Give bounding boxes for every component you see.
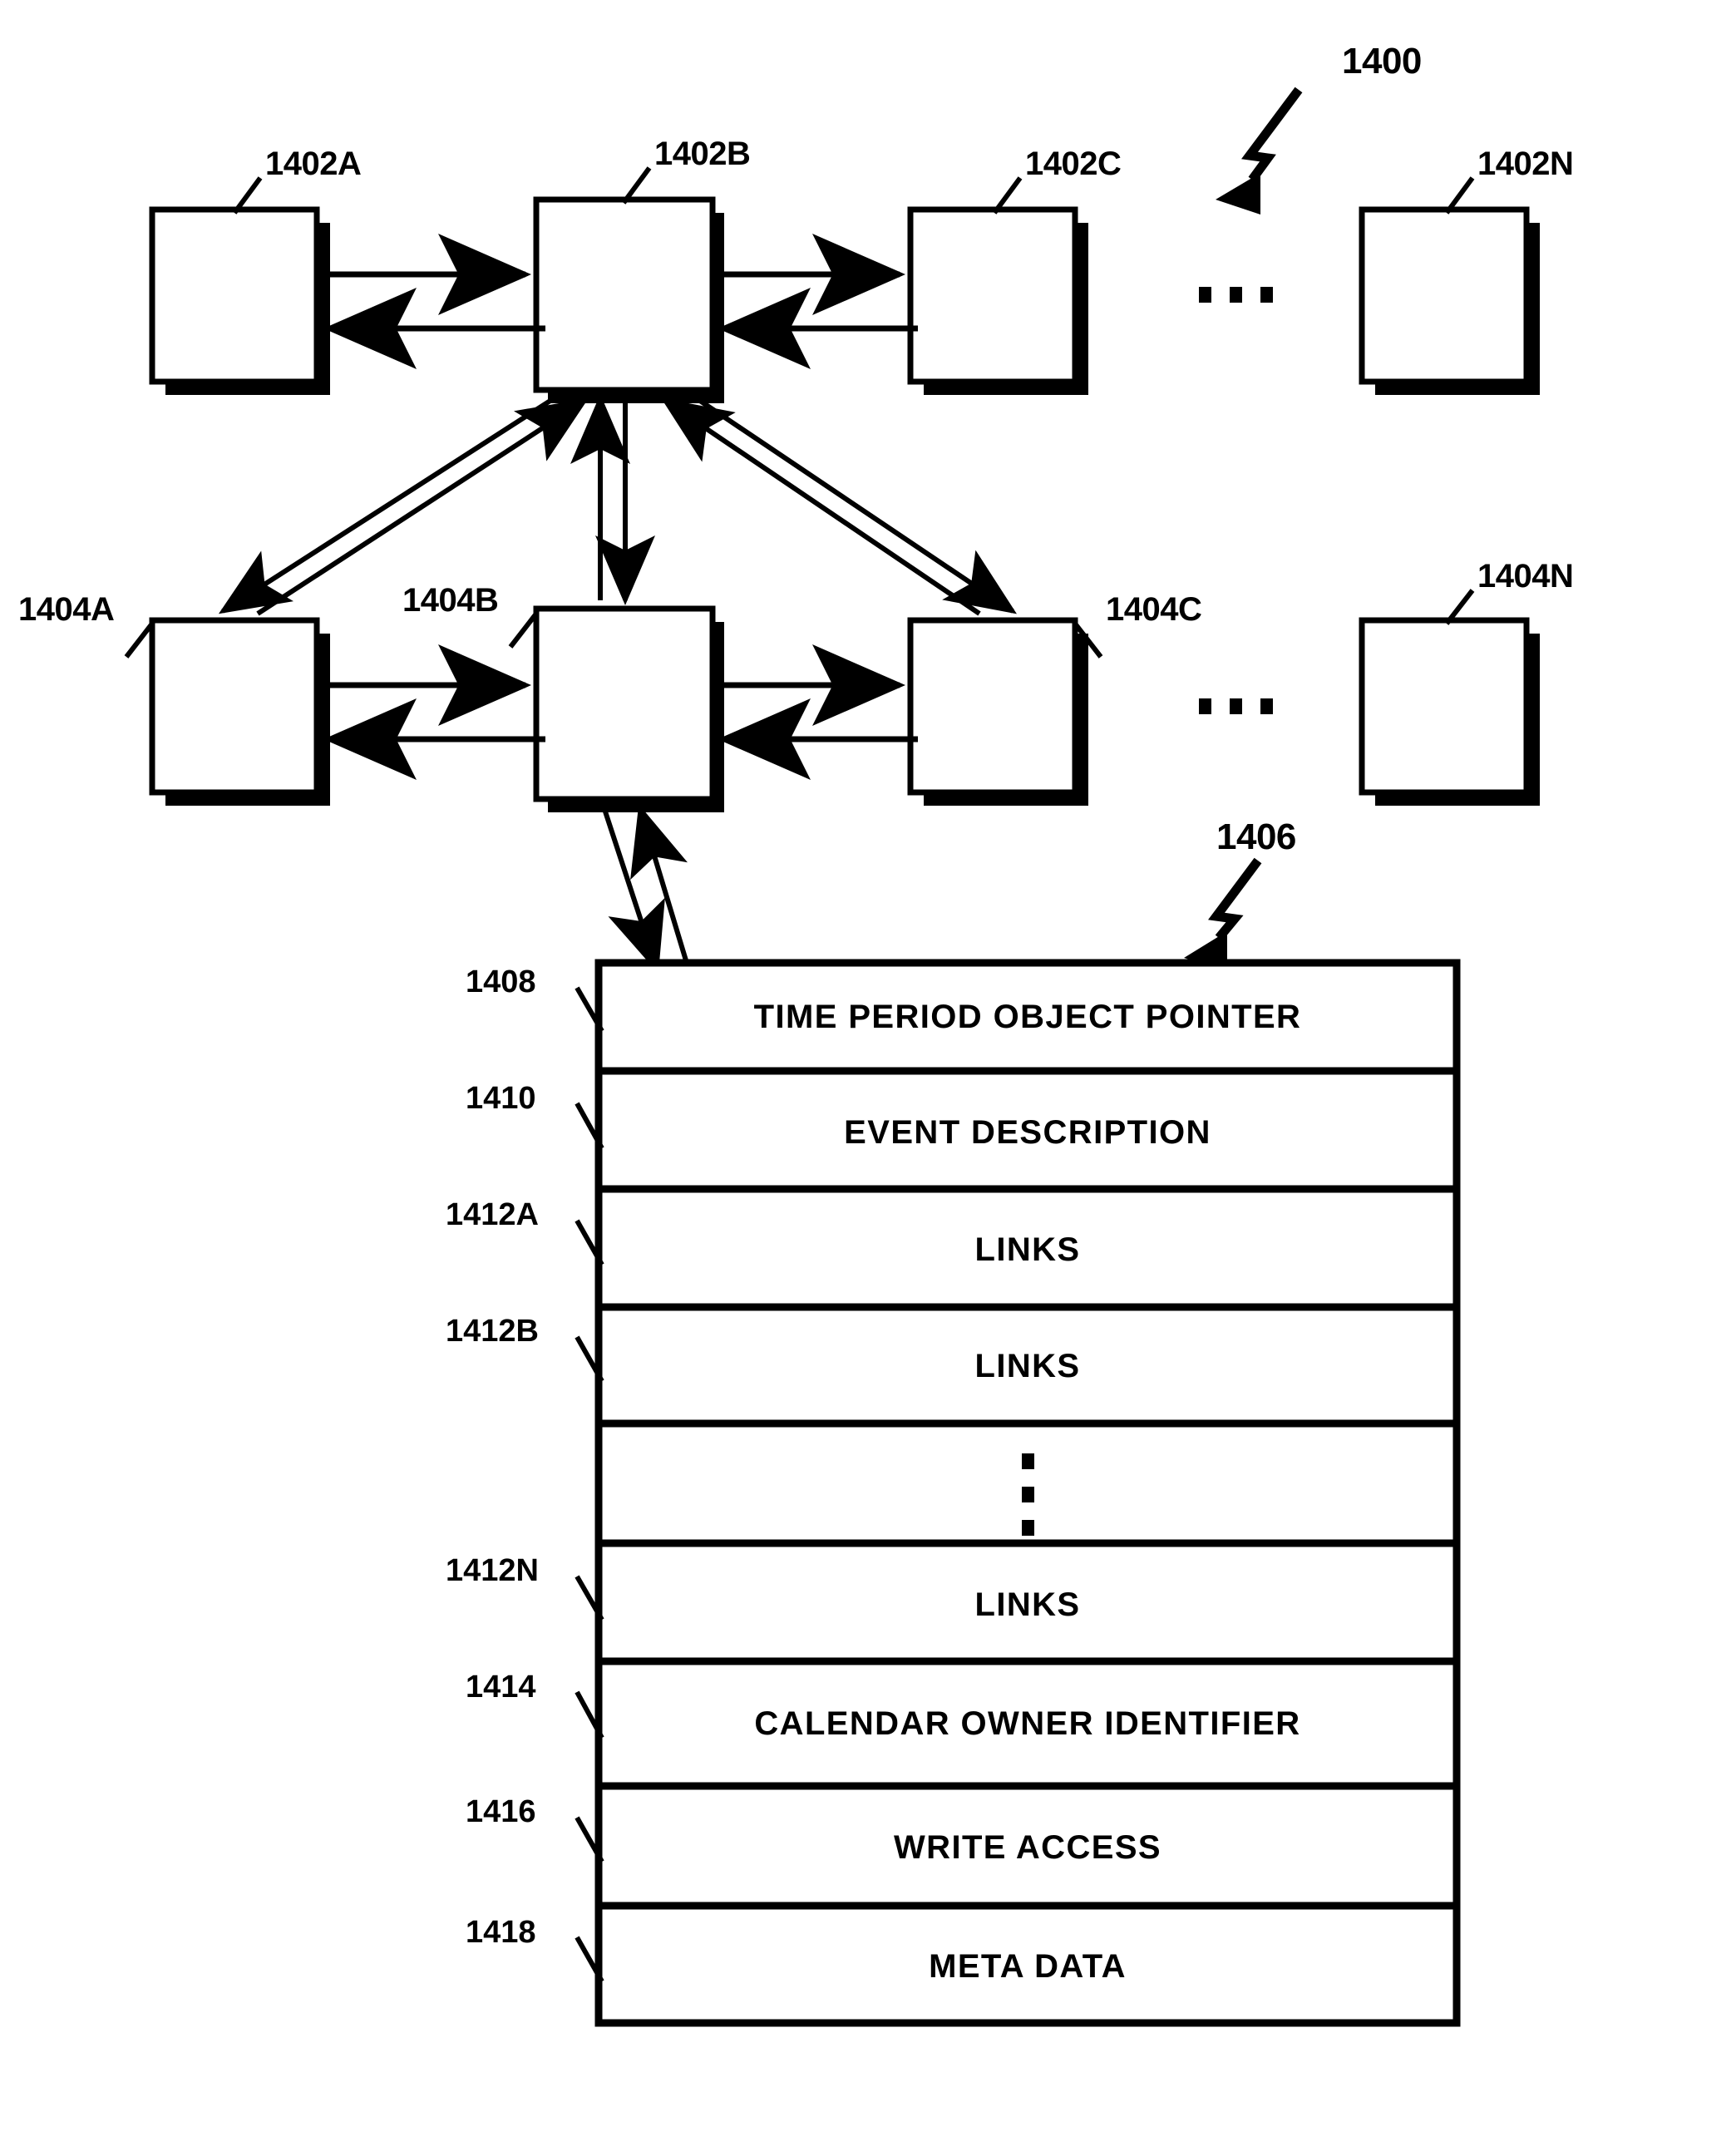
node-ref-1404A: 1404A	[18, 591, 115, 628]
record-row-ref-1410: 1410	[466, 1081, 536, 1116]
node-1402N[interactable]	[1359, 206, 1530, 385]
node-shadows-bottom	[165, 622, 1540, 812]
callout-1406	[1184, 857, 1262, 971]
node-ref-1404B: 1404B	[402, 582, 499, 619]
node-1402B[interactable]	[533, 196, 716, 393]
record-row-ref-1416: 1416	[466, 1794, 536, 1829]
record-row-ref-1408: 1408	[466, 965, 536, 999]
cross-row-arrows	[218, 394, 1017, 616]
ellipsis-bottom-row	[1199, 698, 1273, 714]
record-row-ref-1412A: 1412A	[446, 1197, 539, 1232]
node-ref-1402B: 1402B	[654, 136, 751, 172]
record-row-ref-1418: 1418	[466, 1915, 536, 1950]
node-ref-1402A: 1402A	[265, 146, 362, 182]
node-boxes-bottom	[149, 605, 1530, 802]
ellipsis-top-row	[1199, 287, 1273, 303]
figure-number-1400: 1400	[1342, 41, 1422, 81]
node-1404A[interactable]	[149, 617, 320, 796]
record-cell-write-access: WRITE ACCESS	[894, 1829, 1161, 1866]
node-ref-1402N: 1402N	[1477, 146, 1574, 182]
node-boxes-top	[149, 196, 1530, 393]
record-row-ref-1412N: 1412N	[446, 1553, 539, 1588]
node-shadows-top	[165, 213, 1540, 403]
record-cell-calendar-owner-identifier: CALENDAR OWNER IDENTIFIER	[754, 1705, 1301, 1742]
node-ref-1404N: 1404N	[1477, 558, 1574, 595]
record-link-arrows	[601, 804, 691, 974]
patent-figure-page: 1400 1406 1402A 1402B 1402C 1402N 1404A …	[0, 0, 1736, 2156]
ellipsis-record-rows	[1022, 1453, 1034, 1536]
node-1402C[interactable]	[907, 206, 1078, 385]
record-row-ref-1412B: 1412B	[446, 1314, 539, 1349]
node-1404N[interactable]	[1359, 617, 1530, 796]
record-cell-links-n: LINKS	[974, 1586, 1081, 1623]
record-row-ref-1414: 1414	[466, 1670, 536, 1705]
callout-1400	[1216, 86, 1303, 215]
node-ref-1402C: 1402C	[1025, 146, 1122, 182]
record-cell-links-b: LINKS	[974, 1348, 1081, 1384]
record-cell-time-period-object-pointer: TIME PERIOD OBJECT POINTER	[753, 999, 1302, 1035]
figure-number-1406: 1406	[1216, 817, 1296, 857]
record-cell-meta-data: META DATA	[929, 1948, 1127, 1985]
node-ref-1404C: 1404C	[1106, 591, 1202, 628]
node-1404B[interactable]	[533, 605, 716, 802]
record-cell-event-description: EVENT DESCRIPTION	[844, 1114, 1211, 1151]
node-1402A[interactable]	[149, 206, 320, 385]
record-cell-links-a: LINKS	[974, 1231, 1081, 1268]
node-1404C[interactable]	[907, 617, 1078, 796]
